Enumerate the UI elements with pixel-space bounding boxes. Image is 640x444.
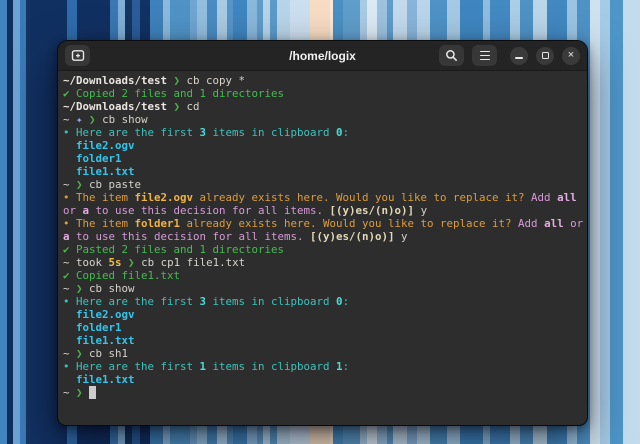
- terminal-text-segment: items in clipboard: [206, 295, 336, 308]
- menu-button[interactable]: [472, 45, 497, 66]
- terminal-text-segment: [(y)es/(n)o)]: [310, 230, 395, 243]
- terminal-text-segment: folder1: [63, 321, 122, 334]
- terminal-text-segment: folder1: [135, 217, 181, 230]
- terminal-line: file2.ogv: [63, 308, 587, 321]
- terminal-line: ~ ❯ cb show: [63, 282, 587, 295]
- terminal-line: ~ ❯ cb sh1: [63, 347, 587, 360]
- terminal-line: • Here are the first 3 items in clipboar…: [63, 126, 587, 139]
- terminal-text-segment: • The item: [63, 217, 135, 230]
- terminal-line: ~/Downloads/test ❯ cd: [63, 100, 587, 113]
- terminal-text-segment: cb paste: [83, 178, 142, 191]
- new-tab-icon: [71, 49, 85, 62]
- terminal-line: ✔ Copied 2 files and 1 directories: [63, 87, 587, 100]
- terminal-text-segment: folder1: [63, 152, 122, 165]
- terminal-window: /home/logix ×: [57, 40, 588, 426]
- close-icon: ×: [568, 50, 574, 61]
- terminal-text-segment: Add: [531, 191, 557, 204]
- terminal-text-segment: cb cp1 file1.txt: [135, 256, 246, 269]
- search-button[interactable]: [439, 45, 464, 66]
- terminal-text-segment: already exists here. Would you like to r…: [193, 191, 531, 204]
- terminal-text-segment: • Here are the first: [63, 295, 200, 308]
- titlebar[interactable]: /home/logix ×: [58, 41, 587, 71]
- terminal-line: ~ took 5s ❯ cb cp1 file1.txt: [63, 256, 587, 269]
- terminal-line: • Here are the first 1 items in clipboar…: [63, 360, 587, 373]
- terminal-text-segment: 5s: [109, 256, 122, 269]
- terminal-text-segment: ~/Downloads/test: [63, 100, 167, 113]
- terminal-line: folder1: [63, 321, 587, 334]
- terminal-text-segment: y: [395, 230, 408, 243]
- terminal-text-segment: • Here are the first: [63, 126, 200, 139]
- terminal-text-segment: all: [557, 191, 577, 204]
- terminal-text-segment: [(y)es/(n)o)]: [330, 204, 415, 217]
- terminal-text-segment: ✔ Copied file1.txt: [63, 269, 180, 282]
- terminal-text-segment: or: [564, 217, 584, 230]
- terminal-line: • The item file2.ogv already exists here…: [63, 191, 587, 204]
- minimize-button[interactable]: [510, 47, 528, 65]
- terminal-line: ✔ Copied file1.txt: [63, 269, 587, 282]
- terminal-line: file1.txt: [63, 334, 587, 347]
- terminal-text-segment: or: [63, 204, 83, 217]
- terminal-line: ~ ❯: [63, 386, 587, 399]
- terminal-line: ✔ Pasted 2 files and 1 directories: [63, 243, 587, 256]
- terminal-text-segment: cb show: [83, 282, 135, 295]
- terminal-text-segment: :: [343, 295, 350, 308]
- terminal-text-segment: ~ took: [63, 256, 109, 269]
- text-cursor: [89, 386, 96, 399]
- terminal-text-segment: to use this decision for all items.: [89, 204, 330, 217]
- terminal-text-segment: file1.txt: [63, 334, 135, 347]
- terminal-text-segment: ~: [63, 113, 76, 126]
- terminal-text-segment: file1.txt: [63, 373, 135, 386]
- close-button[interactable]: ×: [562, 47, 580, 65]
- desktop-wallpaper: { "window": { "title": "/home/logix", "h…: [0, 0, 640, 444]
- terminal-text-segment: file2.ogv: [135, 191, 194, 204]
- terminal-text-segment: Add: [518, 217, 544, 230]
- terminal-text-segment: ~: [63, 347, 76, 360]
- terminal-line: file1.txt: [63, 165, 587, 178]
- terminal-text-segment: file2.ogv: [63, 139, 135, 152]
- terminal-text-segment: ✔ Pasted 2 files and 1 directories: [63, 243, 284, 256]
- terminal-text-segment: ~/Downloads/test: [63, 74, 167, 87]
- terminal-line: or a to use this decision for all items.…: [63, 204, 587, 217]
- terminal-text-segment: all: [544, 217, 564, 230]
- terminal-text-segment: cb sh1: [83, 347, 129, 360]
- terminal-text-segment: ~: [63, 386, 76, 399]
- terminal-line: ~ ✦ ❯ cb show: [63, 113, 587, 126]
- terminal-text-segment: :: [343, 360, 350, 373]
- terminal-line: ~/Downloads/test ❯ cb copy *: [63, 74, 587, 87]
- terminal-line: • Here are the first 3 items in clipboar…: [63, 295, 587, 308]
- terminal-text-segment: y: [414, 204, 427, 217]
- maximize-button[interactable]: [536, 47, 554, 65]
- terminal-line: ~ ❯ cb paste: [63, 178, 587, 191]
- terminal-line: • The item folder1 already exists here. …: [63, 217, 587, 230]
- terminal-text-segment: to use this decision for all items.: [70, 230, 311, 243]
- terminal-text-segment: cd: [180, 100, 200, 113]
- new-tab-button[interactable]: [65, 45, 90, 66]
- terminal-text-segment: cb show: [96, 113, 148, 126]
- terminal-text-segment: cb copy *: [180, 74, 245, 87]
- terminal-text-segment: file2.ogv: [63, 308, 135, 321]
- terminal-text-segment: ~: [63, 282, 76, 295]
- terminal-text-segment: items in clipboard: [206, 126, 336, 139]
- terminal-text-segment: • Here are the first: [63, 360, 200, 373]
- terminal-line: folder1: [63, 152, 587, 165]
- terminal-text-segment: • The item: [63, 191, 135, 204]
- terminal-output[interactable]: ~/Downloads/test ❯ cb copy *✔ Copied 2 f…: [58, 71, 587, 399]
- terminal-text-segment: items in clipboard: [206, 360, 336, 373]
- terminal-line: file2.ogv: [63, 139, 587, 152]
- minimize-icon: [515, 57, 523, 59]
- terminal-text-segment: :: [343, 126, 350, 139]
- terminal-text-segment: ✔ Copied 2 files and 1 directories: [63, 87, 284, 100]
- terminal-line: file1.txt: [63, 373, 587, 386]
- maximize-icon: [542, 52, 549, 59]
- terminal-line: a to use this decision for all items. [(…: [63, 230, 587, 243]
- terminal-text-segment: file1.txt: [63, 165, 135, 178]
- terminal-text-segment: already exists here. Would you like to r…: [180, 217, 518, 230]
- terminal-text-segment: ~: [63, 178, 76, 191]
- search-icon: [445, 49, 458, 62]
- hamburger-menu-icon: [480, 51, 490, 61]
